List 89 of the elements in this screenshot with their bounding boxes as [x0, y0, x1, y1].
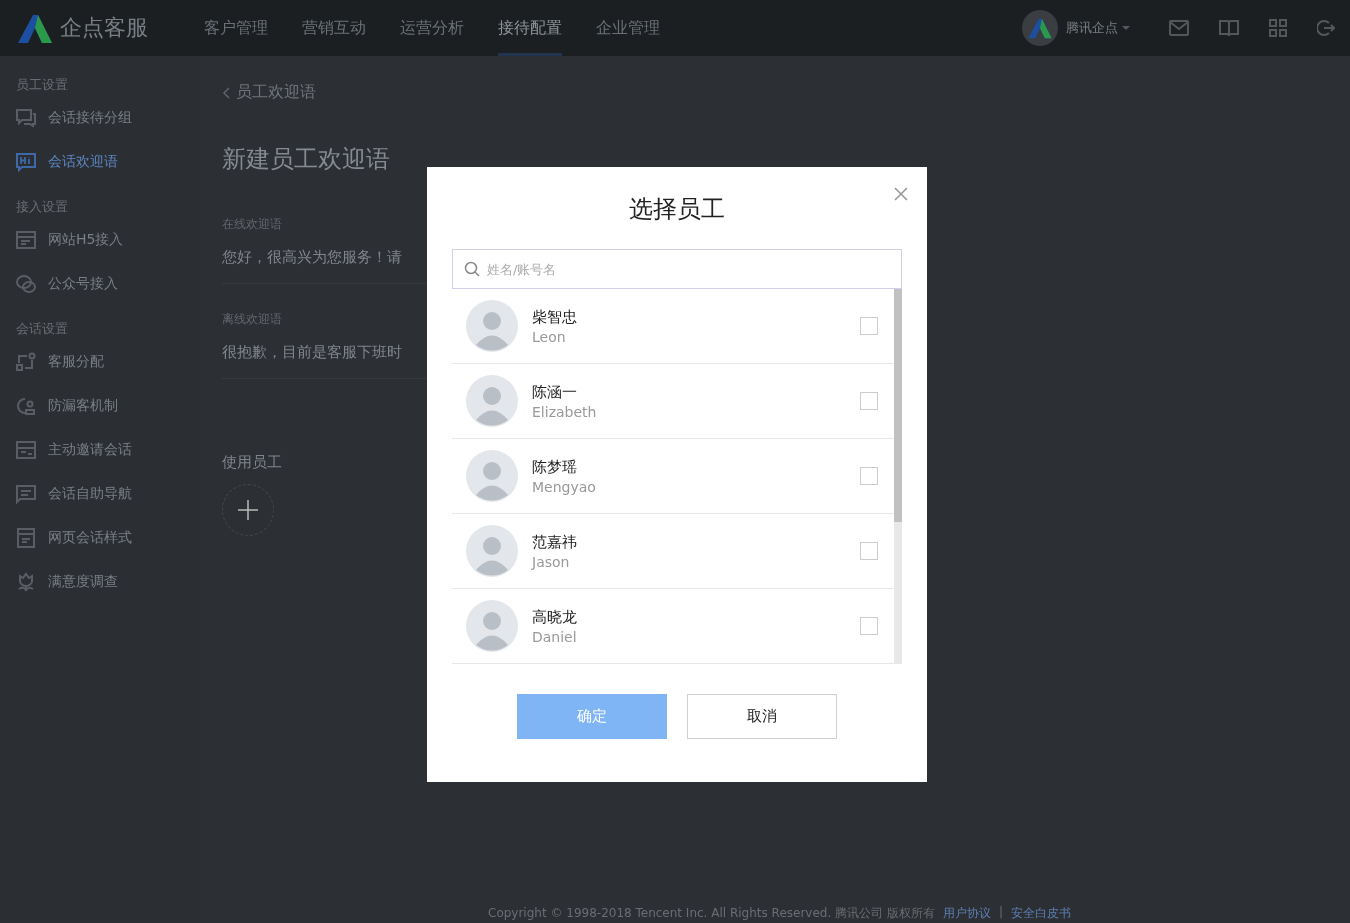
- message-icon: [16, 484, 36, 504]
- form-icon: [16, 440, 36, 460]
- checkbox[interactable]: [860, 617, 878, 635]
- sidebar-item[interactable]: 会话欢迎语: [16, 140, 200, 184]
- sidebar-item-label: 会话接待分组: [48, 109, 132, 127]
- sidebar-section-title: 会话设置: [16, 320, 69, 338]
- sidebar-item-label: 公众号接入: [48, 275, 118, 293]
- sidebar-item-label: 主动邀请会话: [48, 441, 132, 459]
- sidebar-item-label: 会话自助导航: [48, 485, 132, 503]
- chat-bubbles-icon: [16, 274, 36, 294]
- copyright-text: Copyright © 1998-2018 Tencent Inc. All Rights Reserved. 腾讯公司 版权所有: [488, 905, 935, 922]
- staff-account: Mengyao: [532, 478, 597, 495]
- checkbox[interactable]: [860, 392, 878, 410]
- nav-tab[interactable]: 接待配置: [498, 0, 562, 56]
- sidebar-section-title: 接入设置: [16, 198, 69, 216]
- avatar-icon: [466, 600, 518, 652]
- back-link[interactable]: 员工欢迎语: [236, 82, 316, 103]
- scrollbar[interactable]: [894, 289, 902, 664]
- close-icon[interactable]: [893, 186, 909, 202]
- section-label: 使用员工: [222, 453, 282, 472]
- avatar-icon: [466, 375, 518, 427]
- plus-icon: [236, 498, 260, 522]
- nav-tab[interactable]: 运营分析: [400, 0, 464, 56]
- sidebar-section-title: 员工设置: [16, 76, 69, 94]
- staff-row[interactable]: 陈涵一 Elizabeth: [452, 364, 894, 439]
- footer-link[interactable]: 安全白皮书: [1010, 905, 1071, 923]
- greeting-text[interactable]: 很抱歉，目前是客服下班时: [222, 343, 402, 361]
- staff-account: Leon: [532, 328, 567, 345]
- page-icon: [16, 528, 36, 548]
- sidebar-item[interactable]: 会话自助导航: [16, 472, 200, 516]
- sidebar-item-label: 会话欢迎语: [48, 153, 118, 171]
- checkbox[interactable]: [860, 317, 878, 335]
- flower-icon: [16, 572, 36, 592]
- cancel-button[interactable]: 取消: [687, 694, 837, 739]
- staff-row[interactable]: 陈梦瑶 Mengyao: [452, 439, 894, 514]
- checkbox[interactable]: [860, 542, 878, 560]
- staff-name: 陈涵一: [532, 382, 578, 402]
- dialog-title: 选择员工: [628, 194, 726, 225]
- logo-text: 企点客服: [60, 14, 148, 42]
- sidebar-item-label: 满意度调查: [48, 573, 118, 591]
- staff-account: Daniel: [532, 628, 578, 645]
- sidebar-item[interactable]: 网站H5接入: [16, 218, 200, 262]
- staff-name: 范嘉祎: [532, 532, 578, 552]
- sidebar-item-label: 网站H5接入: [48, 231, 124, 249]
- sidebar-item[interactable]: 防漏客机制: [16, 384, 200, 428]
- sidebar-item-label: 防漏客机制: [48, 397, 118, 415]
- route-icon: [16, 352, 36, 372]
- sidebar-item-label: 网页会话样式: [48, 529, 132, 547]
- avatar-icon: [466, 450, 518, 502]
- nav-tab[interactable]: 企业管理: [596, 0, 660, 56]
- footer-link[interactable]: 用户协议: [942, 905, 991, 923]
- search-icon: [464, 261, 480, 277]
- avatar-icon: [466, 300, 518, 352]
- account-menu[interactable]: 腾讯企点: [1066, 19, 1130, 37]
- sidebar-item-label: 客服分配: [48, 353, 104, 371]
- account-avatar-icon[interactable]: [1022, 10, 1058, 46]
- sidebar-item[interactable]: 公众号接入: [16, 262, 200, 306]
- greeting-text[interactable]: 您好，很高兴为您服务！请: [222, 248, 402, 266]
- staff-account: Jason: [532, 553, 571, 570]
- chevron-left-icon[interactable]: [222, 86, 230, 99]
- staff-row[interactable]: 柴智忠 Leon: [452, 289, 894, 364]
- search-field[interactable]: 姓名/账号名: [452, 249, 902, 289]
- book-icon[interactable]: [1219, 19, 1239, 37]
- staff-name: 柴智忠: [532, 307, 578, 327]
- staff-row[interactable]: 范嘉祎 Jason: [452, 514, 894, 589]
- window-icon: [16, 230, 36, 250]
- confirm-button[interactable]: 确定: [517, 694, 667, 739]
- sidebar-item[interactable]: 客服分配: [16, 340, 200, 384]
- sidebar-item[interactable]: 网页会话样式: [16, 516, 200, 560]
- staff-name: 高晓龙: [532, 607, 578, 627]
- logout-icon[interactable]: [1317, 19, 1335, 37]
- sidebar-item[interactable]: 会话接待分组: [16, 96, 200, 140]
- staff-name: 陈梦瑶: [532, 457, 578, 477]
- separator-text: |: [998, 905, 1003, 921]
- mail-icon[interactable]: [1169, 20, 1189, 36]
- hi-bubble-icon: [16, 152, 36, 172]
- grid-icon[interactable]: [1269, 19, 1287, 37]
- staff-account: Elizabeth: [532, 403, 598, 420]
- staff-row[interactable]: 高晓龙 Daniel: [452, 589, 894, 664]
- page-title: 新建员工欢迎语: [222, 144, 390, 175]
- chat-bubbles-icon: [16, 108, 36, 128]
- sidebar-item[interactable]: 主动邀请会话: [16, 428, 200, 472]
- nav-tab[interactable]: 营销互动: [302, 0, 366, 56]
- sidebar-item[interactable]: 满意度调查: [16, 560, 200, 604]
- person-icon: [16, 396, 36, 416]
- nav-tab[interactable]: 客户管理: [204, 0, 268, 56]
- checkbox[interactable]: [860, 467, 878, 485]
- logo-icon: [16, 13, 54, 43]
- avatar-icon: [466, 525, 518, 577]
